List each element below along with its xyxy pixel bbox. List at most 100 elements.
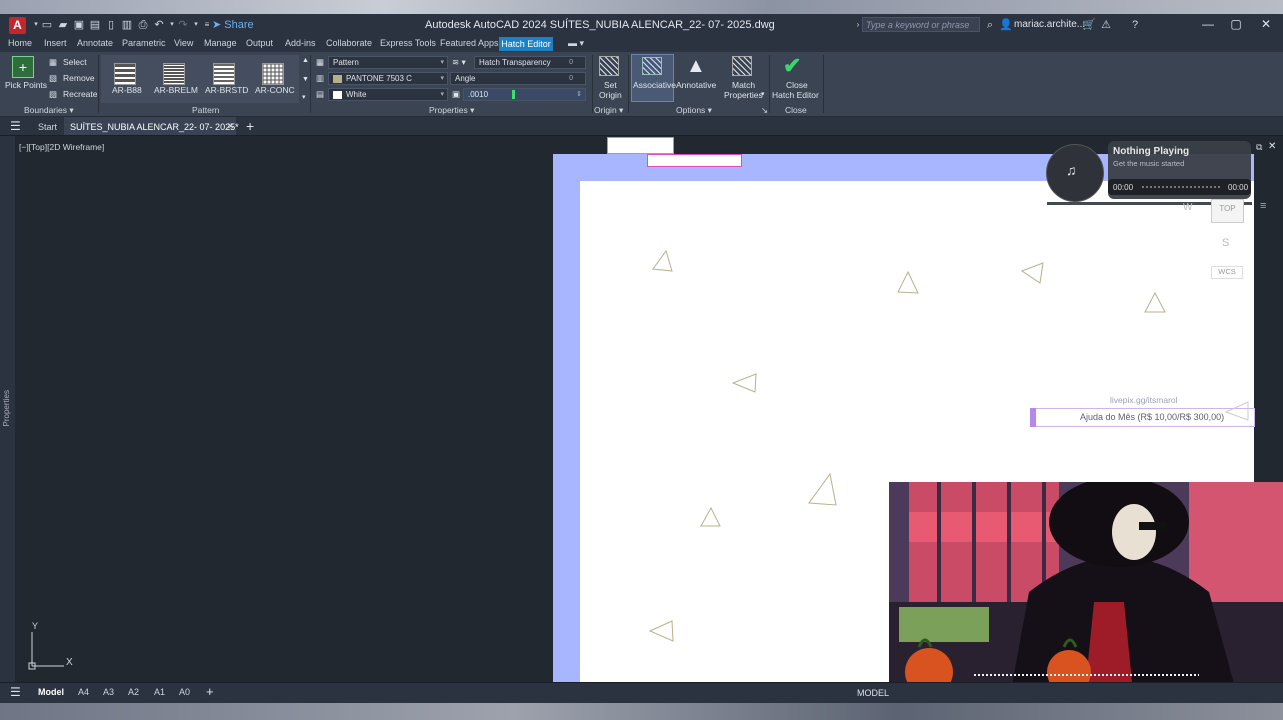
annotative-icon[interactable]: ▲ [686, 55, 706, 78]
tab-insert[interactable]: Insert [44, 38, 67, 48]
pattern-ar-conc-label[interactable]: AR-CONC [255, 85, 295, 95]
pattern-scroll-up-icon[interactable]: ▲ [302, 57, 309, 64]
undo-icon[interactable]: ↶ [152, 18, 166, 32]
plot-icon[interactable]: ⎙ [136, 18, 150, 32]
pattern-ar-brstd-label[interactable]: AR-BRSTD [205, 85, 248, 95]
recreate-boundary-button[interactable]: Recreate [63, 89, 98, 99]
match-properties-icon[interactable] [732, 56, 752, 76]
recreate-boundary-icon[interactable]: ▨ [49, 89, 57, 100]
associative-label: Associative [633, 80, 676, 90]
layout-tab-a0[interactable]: A0 [179, 687, 190, 697]
match-properties-dropdown-icon[interactable]: ▾ [761, 90, 765, 98]
search-icon[interactable]: ⌕ [983, 18, 997, 32]
layout-menu-icon[interactable]: ☰ [10, 685, 21, 699]
restore-viewport-icon[interactable]: ⧉ [1256, 142, 1262, 153]
properties-palette-label[interactable]: Properties [2, 390, 14, 426]
save-as-icon[interactable]: ▤ [88, 18, 102, 32]
pattern-ar-conc-icon[interactable] [262, 63, 284, 85]
redo-icon[interactable]: ↷ [176, 18, 190, 32]
hatch-transparency-field[interactable]: Hatch Transparency 0 [474, 56, 586, 69]
viewcube-top[interactable]: TOP [1211, 199, 1244, 223]
cart-icon[interactable]: 🛒 [1082, 18, 1096, 32]
pattern-expand-icon[interactable]: ▾ [302, 93, 306, 101]
annotative-button[interactable]: Annotative [676, 80, 716, 90]
pick-points-icon[interactable]: + [12, 56, 34, 78]
pattern-ar-brelm-icon[interactable] [163, 63, 185, 85]
layout-tab-a3[interactable]: A3 [103, 687, 114, 697]
new-file-icon[interactable]: ▭ [40, 18, 54, 32]
open-folder-icon[interactable]: ▰ [56, 18, 70, 32]
wcs-menu[interactable]: WCS [1211, 266, 1243, 279]
pattern-ar-b88-icon[interactable] [114, 63, 136, 85]
help-icon[interactable]: ? [1128, 18, 1142, 32]
application-menu-button[interactable]: A [9, 17, 26, 34]
remove-boundary-icon[interactable]: ▧ [49, 73, 57, 84]
set-origin-button[interactable]: Set [604, 80, 617, 90]
tab-parametric[interactable]: Parametric [122, 38, 166, 48]
maximize-button[interactable]: ▢ [1222, 17, 1250, 33]
save-icon[interactable]: ▣ [72, 18, 86, 32]
ribbon-minimize-icon[interactable]: ▬ ▾ [568, 38, 584, 49]
background-color-dropdown[interactable]: White ▾ [328, 88, 448, 101]
close-viewport-icon[interactable]: ✕ [1268, 141, 1276, 152]
tab-home[interactable]: Home [8, 38, 32, 48]
tab-add-ins[interactable]: Add-ins [285, 38, 316, 48]
donation-url: livepix.gg/itsmarol [1110, 395, 1178, 405]
close-window-button[interactable]: ✕ [1252, 17, 1280, 33]
tab-hatch-editor[interactable]: Hatch Editor [499, 37, 553, 51]
search-input[interactable]: Type a keyword or phrase [862, 17, 980, 32]
user-account-menu[interactable]: mariac.archite... [1014, 19, 1085, 30]
viewcube-west-icon[interactable]: W [1183, 202, 1192, 213]
hatch-triangle [1020, 262, 1044, 284]
select-boundary-button[interactable]: Select [63, 57, 87, 67]
layout-tab-a1[interactable]: A1 [154, 687, 165, 697]
layout-tab-a2[interactable]: A2 [128, 687, 139, 697]
viewcube-south-icon[interactable]: S [1222, 237, 1229, 249]
scale-field[interactable]: .0010 ⇕ [463, 88, 586, 101]
set-origin-icon[interactable] [599, 56, 619, 76]
layout-tab-model[interactable]: Model [38, 687, 64, 697]
tab-annotate[interactable]: Annotate [77, 38, 113, 48]
select-boundary-icon[interactable]: ▦ [49, 57, 57, 68]
pattern-ar-brelm-label[interactable]: AR-BRELM [154, 85, 198, 95]
user-icon[interactable]: 👤 [999, 18, 1013, 32]
pattern-ar-b88-label[interactable]: AR-B88 [112, 85, 142, 95]
match-properties-button[interactable]: Match [732, 80, 755, 90]
remove-boundary-button[interactable]: Remove [63, 73, 95, 83]
save-web-icon[interactable]: ▥ [120, 18, 134, 32]
tab-manage[interactable]: Manage [204, 38, 237, 48]
viewport-controls-label[interactable]: [−][Top][2D Wireframe] [19, 142, 104, 152]
pick-points-button[interactable]: Pick Points [5, 80, 47, 90]
origin-panel-title[interactable]: Origin ▾ [594, 105, 623, 116]
new-tab-plus-icon[interactable]: + [246, 118, 254, 134]
pattern-scroll-down-icon[interactable]: ▼ [302, 76, 309, 83]
add-layout-plus-icon[interactable]: + [206, 684, 214, 699]
model-space-toggle[interactable]: MODEL [857, 688, 889, 698]
start-tab[interactable]: Start [38, 122, 57, 132]
pattern-ar-brstd-icon[interactable] [213, 63, 235, 85]
layout-tab-a4[interactable]: A4 [78, 687, 89, 697]
tab-view[interactable]: View [174, 38, 193, 48]
close-tab-icon[interactable]: ✕ [227, 121, 235, 132]
tab-output[interactable]: Output [246, 38, 273, 48]
hatch-color-dropdown[interactable]: PANTONE 7503 C ▾ [328, 72, 448, 85]
exchange-icon[interactable]: ⚠ [1099, 18, 1113, 32]
minimize-button[interactable]: — [1194, 17, 1222, 33]
checkmark-icon[interactable]: ✔ [783, 53, 801, 79]
properties-panel-title[interactable]: Properties ▾ [429, 105, 474, 116]
hatch-type-dropdown[interactable]: Pattern ▾ [328, 56, 448, 69]
open-web-icon[interactable]: ▯ [104, 18, 118, 32]
share-button[interactable]: ➤ Share [212, 18, 254, 31]
options-panel-title[interactable]: Options ▾ [676, 105, 712, 116]
transparency-icon[interactable]: ≋ ▾ [452, 57, 466, 68]
hamburger-menu-icon[interactable]: ☰ [10, 119, 21, 133]
options-dialog-launcher-icon[interactable]: ↘ [761, 105, 768, 116]
spinner-icon[interactable]: ⇕ [576, 89, 582, 100]
tab-featured-apps[interactable]: Featured Apps [440, 38, 499, 48]
boundaries-panel-title[interactable]: Boundaries ▾ [24, 105, 74, 116]
tab-collaborate[interactable]: Collaborate [326, 38, 372, 48]
tab-express-tools[interactable]: Express Tools [380, 38, 436, 48]
angle-field[interactable]: Angle 0 [450, 72, 586, 85]
navigation-bar-icon[interactable]: ≡ [1260, 200, 1266, 212]
close-hatch-editor-button[interactable]: Close [786, 80, 808, 90]
